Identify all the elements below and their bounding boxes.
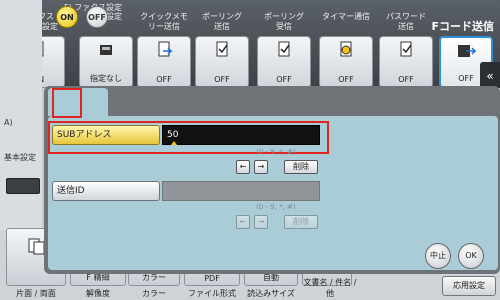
tile-value: OFF: [156, 75, 172, 84]
arrow-right-icon: →: [257, 162, 265, 171]
bottom-tile-label: カラー: [142, 289, 166, 298]
tile-value: OFF: [398, 75, 414, 84]
quick-memory-send-tile[interactable]: クイックメモ リー送信 OFF: [136, 12, 192, 88]
quick-send-icon: [154, 41, 174, 59]
arrow-left-icon: ←: [239, 162, 247, 171]
sub-address-input[interactable]: 50: [162, 125, 320, 145]
tile-value: 指定なし: [90, 74, 122, 83]
fcode-send-icon: [456, 42, 477, 60]
bottom-tile-label: 解像度: [86, 289, 110, 298]
polling-receive-tile[interactable]: ポーリング 受信 OFF: [256, 12, 312, 88]
password-send-tile[interactable]: パスワード 送信 OFF: [378, 12, 434, 88]
bottom-tile-label: 文書名 / 件名 / 他: [303, 278, 357, 298]
highlight-box: [52, 88, 82, 118]
input-hint: (0 - 9, *, #): [256, 203, 296, 211]
timer-transmission-tile[interactable]: タイマー通信 OFF: [318, 12, 374, 88]
bottom-tile-label: ファイル形式: [188, 289, 236, 298]
background-label: A): [4, 118, 13, 127]
polling-send-icon: [212, 41, 232, 59]
input-hint: (0 - 9, *, #): [256, 148, 296, 156]
double-chevron-left-icon: «: [486, 69, 494, 83]
tile-value: PDF: [204, 274, 220, 283]
sub-address-button[interactable]: SUBアドレス: [52, 125, 160, 145]
sender-id-delete-button: 削除: [284, 215, 318, 229]
bottom-tile-label: 読込みサイズ: [247, 289, 295, 298]
tile-label: クイックメモ リー送信: [140, 12, 188, 31]
tile-value: OFF: [338, 75, 354, 84]
ok-button[interactable]: OK: [458, 243, 484, 269]
timer-icon: [336, 41, 356, 59]
background-label: 基本設定: [4, 153, 36, 162]
tile-label: タイマー通信: [322, 12, 370, 21]
polling-receive-icon: [274, 41, 294, 59]
arrow-right-icon: →: [257, 217, 265, 226]
cancel-button[interactable]: 中止: [425, 243, 451, 269]
phone-line-icon: [96, 41, 116, 59]
application-settings-button[interactable]: 応用設定: [442, 276, 496, 296]
screen-title: Fコード送信: [431, 20, 494, 33]
sender-id-button[interactable]: 送信ID: [52, 181, 160, 201]
sender-id-cursor-left-button: ←: [236, 215, 250, 229]
password-send-icon: [396, 41, 416, 59]
cursor-caret-icon: [171, 141, 177, 145]
polling-send-tile[interactable]: ポーリング 送信 OFF: [194, 12, 250, 88]
cursor-left-button[interactable]: ←: [236, 160, 250, 174]
bottom-tile-label: 片面 / 両面: [16, 289, 56, 298]
arrow-left-icon: ←: [239, 217, 247, 226]
tile-label: ポーリング 送信: [202, 12, 242, 31]
tile-label: パスワード 送信: [386, 12, 426, 31]
background-button: [6, 178, 40, 194]
sub-address-delete-button[interactable]: 削除: [284, 160, 318, 174]
cursor-right-button[interactable]: →: [254, 160, 268, 174]
tile-value: OFF: [276, 75, 292, 84]
tile-value: OFF: [214, 75, 230, 84]
sender-id-input[interactable]: [162, 181, 320, 201]
tile-label: ポーリング 受信: [264, 12, 304, 31]
sender-id-cursor-right-button: →: [254, 215, 268, 229]
line-settings-tile[interactable]: 回線設定 指定なし: [78, 12, 134, 88]
toggle-off-button[interactable]: OFF: [86, 6, 108, 28]
toggle-on-button[interactable]: ON: [56, 6, 78, 28]
